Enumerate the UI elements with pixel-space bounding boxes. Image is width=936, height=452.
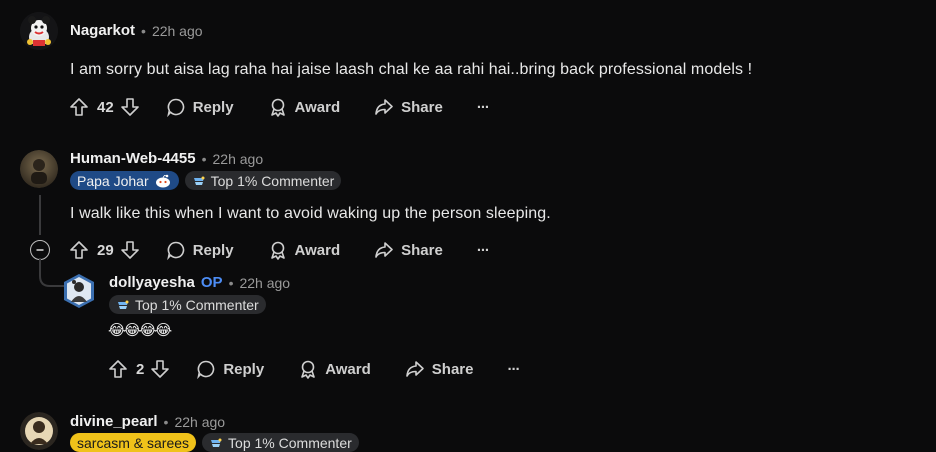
- comment-meta: divine_pearl • 22h ago: [70, 413, 225, 430]
- flair-row: sarcasm & sarees Top 1% Commenter: [70, 433, 359, 452]
- vote-count: 29: [97, 241, 114, 259]
- separator-dot: •: [163, 413, 169, 430]
- badge-label: Top 1% Commenter: [210, 172, 335, 189]
- reply-label: Reply: [223, 360, 265, 378]
- vote-count: 42: [97, 98, 114, 116]
- avatar-human-web-4455[interactable]: [20, 150, 58, 188]
- comment-body: 😂😂😂😂: [108, 321, 172, 339]
- arrow-up-icon: [109, 360, 127, 378]
- award-label: Award: [294, 98, 341, 116]
- flair-row: Top 1% Commenter: [109, 295, 266, 316]
- top-commenter-badge: Top 1% Commenter: [109, 295, 266, 314]
- vote-count: 2: [136, 360, 145, 378]
- share-button[interactable]: Share: [405, 359, 474, 379]
- badge-label: Top 1% Commenter: [135, 296, 259, 313]
- downvote-button[interactable]: [120, 97, 140, 117]
- comment-actions: 42 Reply Award Share ···: [69, 95, 490, 119]
- reply-button[interactable]: Reply: [196, 359, 264, 379]
- snoo-icon: [155, 174, 170, 187]
- arrow-up-icon: [70, 241, 88, 259]
- reply-label: Reply: [192, 98, 234, 116]
- flair-label: Papa Johar: [77, 172, 149, 189]
- more-options-button[interactable]: ···: [507, 361, 520, 378]
- username[interactable]: dollyayesha: [109, 274, 195, 291]
- upvote-button[interactable]: [69, 97, 89, 117]
- op-label: OP: [200, 274, 223, 291]
- comment-actions: 2 Reply Award Share ···: [108, 357, 520, 381]
- username[interactable]: divine_pearl: [70, 413, 158, 430]
- arrow-up-icon: [70, 98, 88, 116]
- comment-meta: Human-Web-4455 • 22h ago: [70, 150, 263, 167]
- speech-bubble-icon: [197, 360, 215, 379]
- award-icon: [270, 98, 285, 117]
- comment-body: I am sorry but aisa lag raha hai jaise l…: [70, 61, 753, 78]
- comment-actions: 29 Reply Award Share ···: [69, 238, 490, 262]
- share-button[interactable]: Share: [374, 97, 443, 117]
- award-button[interactable]: Award: [298, 359, 371, 379]
- timestamp[interactable]: 22h ago: [174, 414, 225, 430]
- speech-bubble-icon: [166, 98, 184, 117]
- award-icon: [301, 360, 316, 379]
- timestamp[interactable]: 22h ago: [239, 275, 290, 291]
- share-button[interactable]: Share: [374, 240, 443, 260]
- award-label: Award: [294, 241, 341, 259]
- share-icon: [375, 242, 393, 258]
- separator-dot: •: [141, 22, 146, 39]
- reply-button[interactable]: Reply: [166, 97, 234, 117]
- more-options-button[interactable]: ···: [477, 99, 490, 116]
- user-flair: sarcasm & sarees: [70, 433, 197, 452]
- avatar-dollyayesha[interactable]: [60, 272, 98, 310]
- top-commenter-icon: [211, 438, 222, 447]
- share-icon: [375, 99, 393, 115]
- collapse-thread-button[interactable]: [30, 240, 50, 260]
- separator-dot: •: [228, 274, 234, 291]
- downvote-button[interactable]: [150, 359, 170, 379]
- share-label: Share: [401, 241, 443, 259]
- timestamp[interactable]: 22h ago: [213, 151, 264, 167]
- thread-line[interactable]: [39, 195, 41, 235]
- award-button[interactable]: Award: [268, 97, 341, 117]
- timestamp[interactable]: 22h ago: [152, 23, 203, 39]
- separator-dot: •: [201, 150, 207, 167]
- award-icon: [270, 241, 285, 260]
- comment-body: I walk like this when I want to avoid wa…: [70, 205, 551, 222]
- username[interactable]: Human-Web-4455: [70, 150, 196, 167]
- more-options-button[interactable]: ···: [477, 242, 490, 259]
- top-commenter-badge: Top 1% Commenter: [184, 171, 342, 190]
- award-button[interactable]: Award: [268, 240, 341, 260]
- top-commenter-icon: [118, 300, 129, 309]
- arrow-down-icon: [120, 241, 139, 259]
- speech-bubble-icon: [166, 241, 184, 260]
- share-label: Share: [431, 360, 474, 378]
- share-icon: [405, 361, 424, 377]
- reply-label: Reply: [192, 241, 234, 259]
- upvote-button[interactable]: [108, 359, 128, 379]
- comment-meta: dollyayesha OP • 22h ago: [109, 274, 290, 291]
- badge-label: Top 1% Commenter: [228, 434, 352, 451]
- share-label: Share: [401, 98, 443, 116]
- flair-row: Papa Johar Top 1% Commenter: [70, 171, 342, 190]
- avatar-nagarkot[interactable]: [20, 12, 58, 50]
- award-label: Award: [325, 360, 371, 378]
- comment-meta: Nagarkot • 22h ago: [70, 22, 203, 39]
- arrow-down-icon: [120, 98, 139, 116]
- upvote-button[interactable]: [69, 240, 89, 260]
- reply-button[interactable]: Reply: [166, 240, 234, 260]
- top-commenter-icon: [193, 176, 205, 185]
- minus-icon: [36, 249, 44, 251]
- username[interactable]: Nagarkot: [70, 22, 135, 39]
- top-commenter-badge: Top 1% Commenter: [202, 433, 359, 452]
- arrow-down-icon: [151, 360, 170, 378]
- user-flair: Papa Johar: [70, 171, 179, 190]
- downvote-button[interactable]: [120, 240, 140, 260]
- avatar-divine-pearl[interactable]: [20, 412, 58, 450]
